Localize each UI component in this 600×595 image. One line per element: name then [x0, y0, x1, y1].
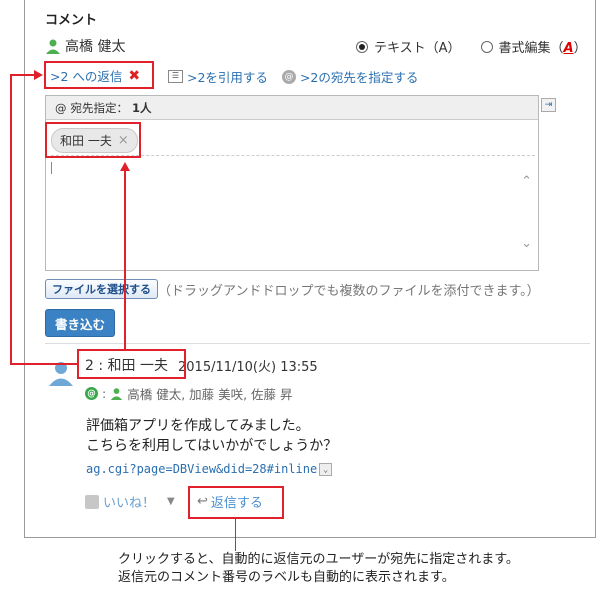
author-row: 高橋 健太 — [45, 36, 125, 56]
arrow — [34, 70, 43, 80]
like-icon — [85, 494, 99, 509]
comment-link-row: ag.cgi?page=DBView&did=28#inline ⌄ — [86, 462, 333, 476]
separator — [45, 343, 590, 344]
comment-datetime: 2015/11/10(火) 13:55 — [178, 359, 318, 375]
comment-recipients: @ : 高橋 健太, 加藤 美咲, 佐藤 昇 — [85, 384, 293, 403]
highlight-recipient-chip — [45, 122, 141, 158]
connector — [124, 170, 126, 349]
recipients-count: 1人 — [132, 100, 152, 115]
highlight-reply-label — [44, 61, 154, 89]
annotation-text: クリックすると、自動的に返信元のユーザーが宛先に指定されます。 返信元のコメント… — [118, 551, 519, 587]
text-radio-label[interactable]: テキスト（A） — [374, 37, 461, 56]
highlight-reply-button — [188, 486, 284, 519]
quote-link[interactable]: >2を引用する — [187, 67, 268, 86]
caret-down-icon[interactable]: ▼ — [167, 496, 175, 507]
rich-radio[interactable] — [480, 40, 493, 53]
address-link[interactable]: >2の宛先を指定する — [300, 67, 418, 86]
text-radio[interactable] — [356, 40, 368, 53]
section-title: コメント — [45, 13, 98, 28]
connector — [10, 74, 12, 364]
comment-line: 評価箱アプリを作成してみました。 — [86, 418, 310, 434]
file-hint: （ドラッグアンドドロップでも複数のファイルを添付できます。） — [158, 284, 540, 299]
comment-body: 評価箱アプリを作成してみました。 こちらを利用してはいかがでしょうか？ — [86, 416, 337, 456]
annotation-line: クリックすると、自動的に返信元のユーザーが宛先に指定されます。 — [118, 552, 519, 567]
text-area[interactable] — [51, 162, 516, 262]
scroll-up-icon[interactable]: ⌃ — [521, 174, 532, 189]
submit-button[interactable]: 書き込む — [45, 309, 115, 337]
format-options: テキスト（A） 書式編集（A） — [356, 37, 587, 56]
at-icon: @ — [281, 69, 296, 84]
format-icon: A — [563, 41, 574, 56]
like-button[interactable]: いいね！ — [103, 492, 155, 511]
arrow — [120, 162, 130, 171]
rich-radio-label[interactable]: 書式編集（A） — [499, 37, 587, 56]
like-row: いいね！ ▼ — [85, 492, 175, 511]
connector — [10, 363, 77, 365]
recipients-label: 宛先指定： — [70, 100, 129, 115]
annotation-line: 返信元のコメント番号のラベルも自動的に表示されます。 — [118, 570, 455, 585]
scroll-down-icon[interactable]: ⌄ — [521, 236, 532, 251]
comment-line: こちらを利用してはいかがでしょうか？ — [86, 438, 338, 454]
quote-icon: ☰ — [168, 70, 183, 83]
at-icon: @ — [85, 387, 98, 400]
recipient-list: 高橋 健太, 加藤 美咲, 佐藤 昇 — [127, 387, 293, 402]
user-icon — [46, 39, 60, 54]
expand-icon[interactable]: ⇥ — [541, 98, 556, 112]
quote-actions: ☰ >2を引用する @ >2の宛先を指定する — [168, 67, 418, 86]
comment-link[interactable]: ag.cgi?page=DBView&did=28#inline — [86, 462, 317, 476]
file-select-button[interactable]: ファイルを選択する — [45, 279, 158, 299]
highlight-comment-number — [77, 349, 186, 379]
recipients-header: @ 宛先指定： 1人 — [46, 96, 538, 120]
connector — [235, 519, 236, 551]
expand-link-icon[interactable]: ⌄ — [319, 462, 333, 476]
user-icon — [111, 388, 123, 400]
at-icon: @ — [55, 100, 67, 115]
author-name: 高橋 健太 — [65, 39, 126, 55]
connector — [10, 74, 35, 76]
